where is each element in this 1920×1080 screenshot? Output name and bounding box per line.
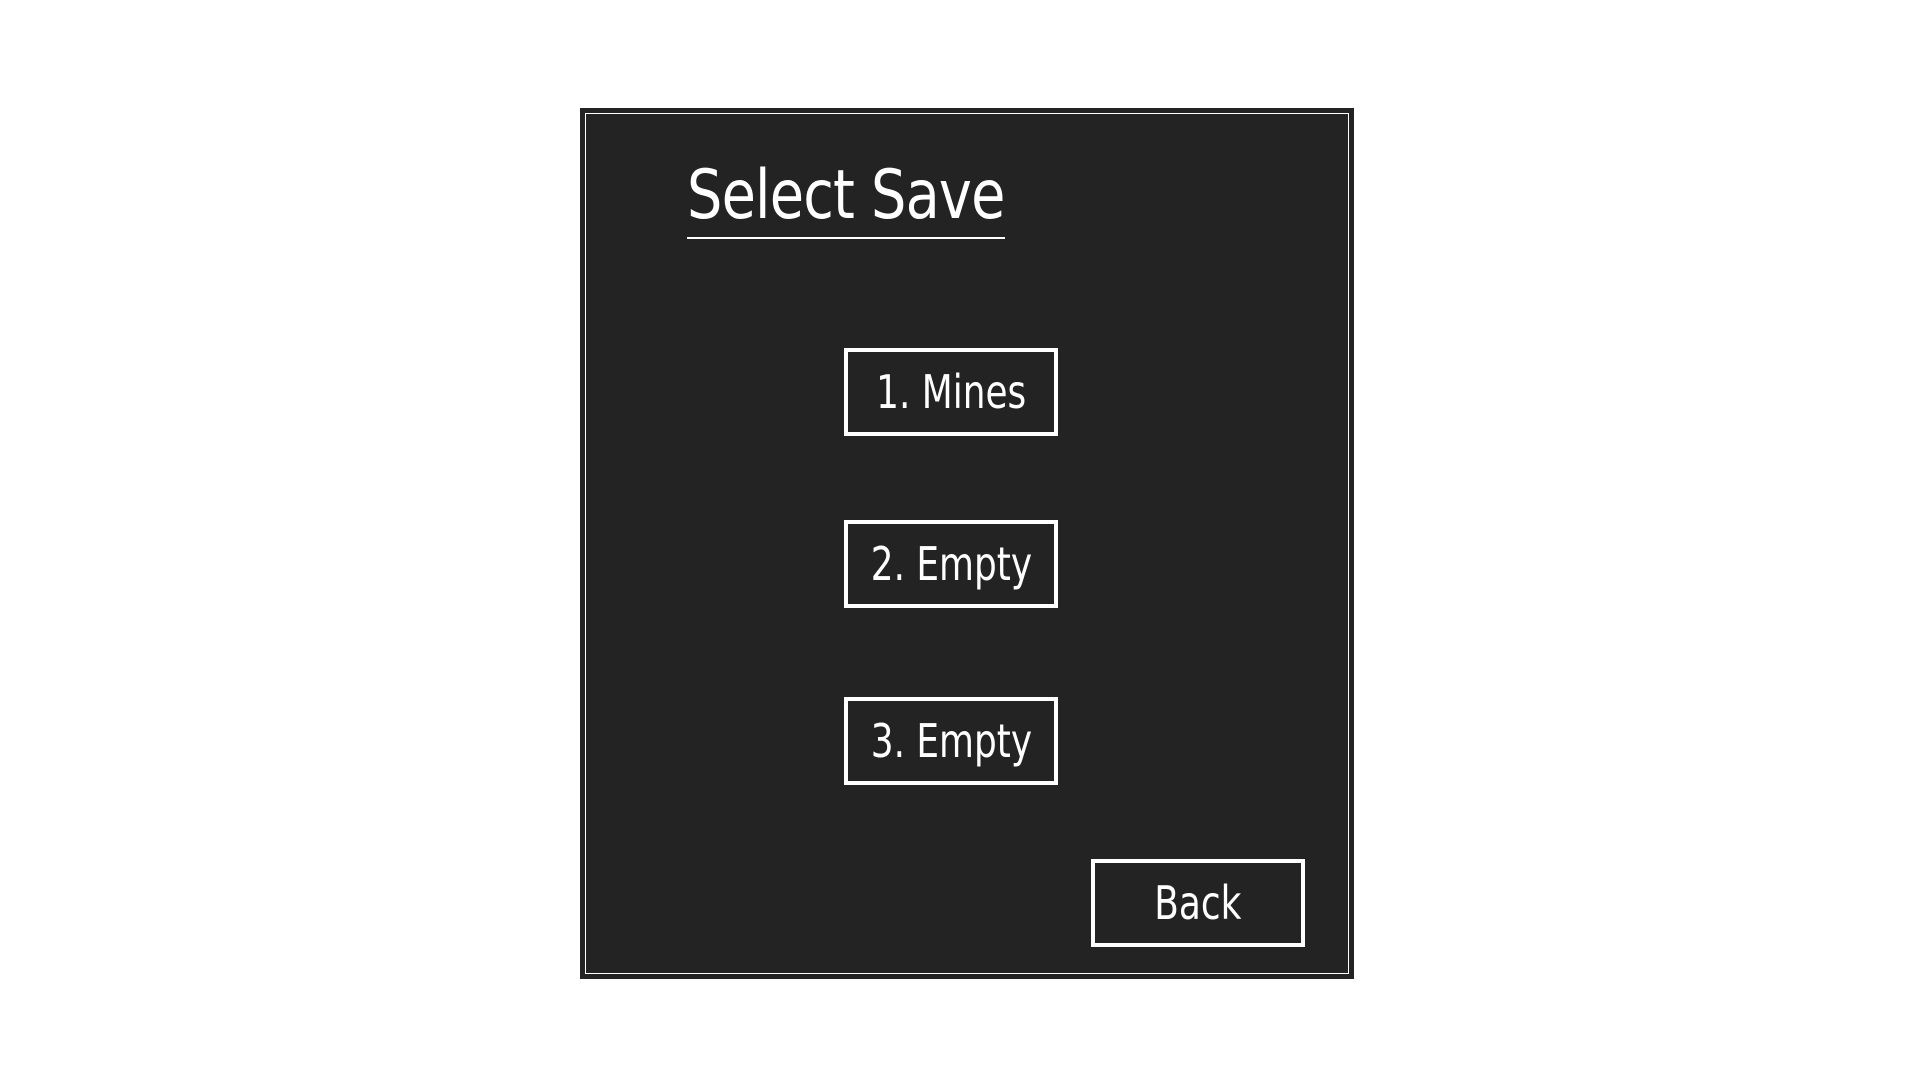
save-slot-2-label: 2. Empty	[870, 537, 1032, 591]
back-button[interactable]: Back	[1091, 859, 1305, 947]
select-save-dialog: Select Save 1. Mines 2. Empty 3. Empty B…	[580, 108, 1354, 979]
save-slot-2-button[interactable]: 2. Empty	[844, 520, 1058, 608]
back-button-label: Back	[1154, 876, 1242, 930]
title-underline	[687, 237, 1005, 239]
screen: Select Save 1. Mines 2. Empty 3. Empty B…	[0, 0, 1920, 1080]
save-slot-3-button[interactable]: 3. Empty	[844, 697, 1058, 785]
save-slot-1-label: 1. Mines	[875, 365, 1027, 419]
save-slot-1-button[interactable]: 1. Mines	[844, 348, 1058, 436]
save-slot-3-label: 3. Empty	[870, 714, 1032, 768]
dialog-title: Select Save	[687, 156, 1005, 235]
